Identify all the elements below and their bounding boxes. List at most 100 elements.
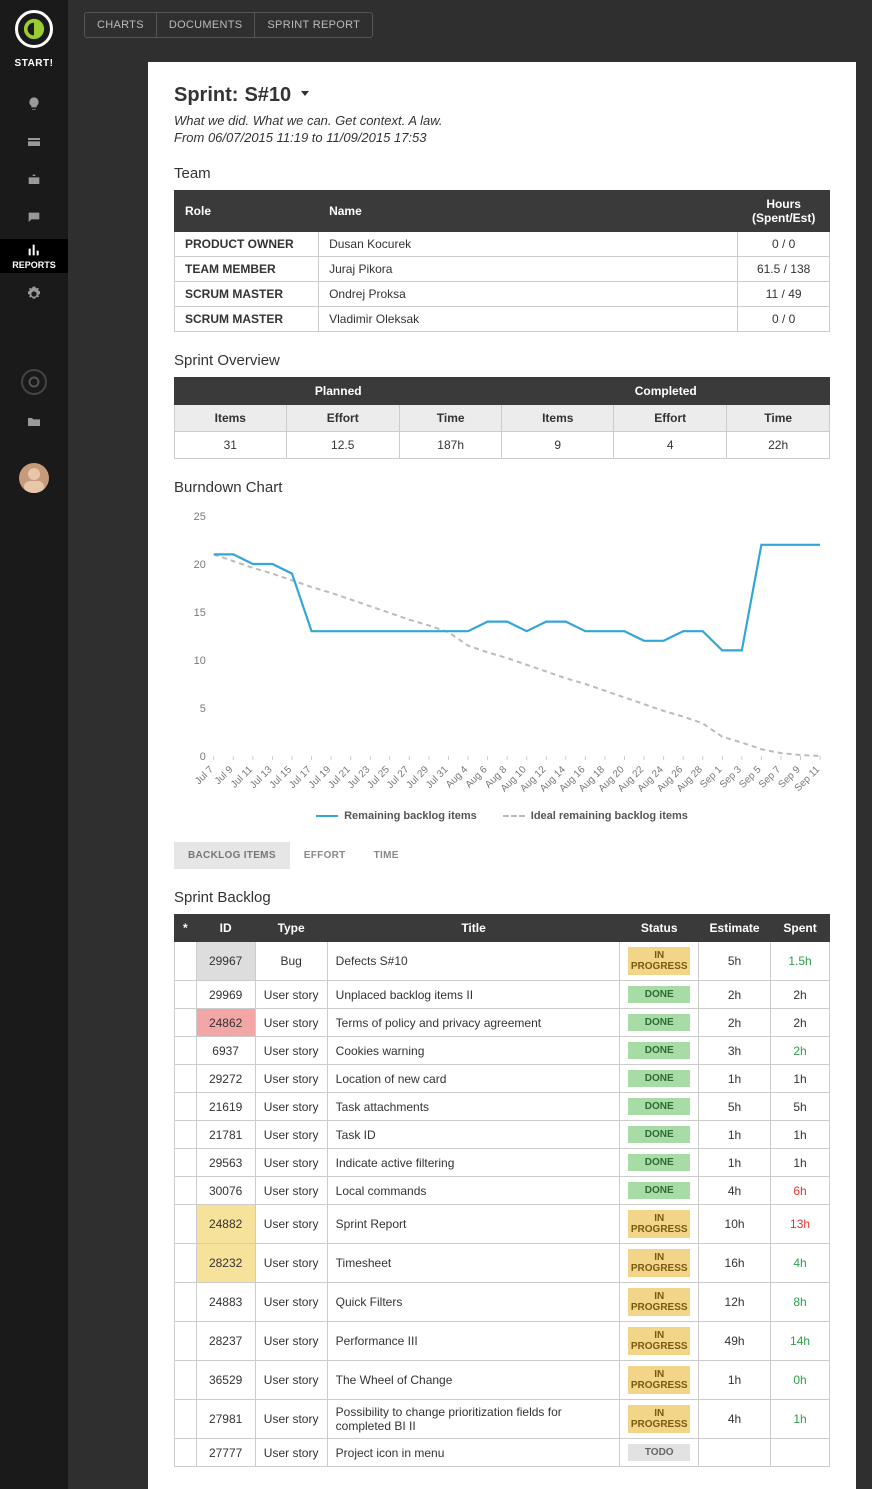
table-row[interactable]: 27981User storyPossibility to change pri… [175, 1400, 830, 1439]
cell-spent: 1h [771, 1121, 830, 1149]
cell-id[interactable]: 29272 [196, 1065, 255, 1093]
cell-name: Vladimir Oleksak [319, 307, 738, 332]
cell-title[interactable]: Cookies warning [327, 1037, 620, 1065]
sidebar-item-settings[interactable] [0, 277, 68, 311]
cell-title[interactable]: Timesheet [327, 1244, 620, 1283]
cell-title[interactable]: Terms of policy and privacy agreement [327, 1009, 620, 1037]
sidebar-item-chat[interactable] [0, 201, 68, 235]
report-dates: From 06/07/2015 11:19 to 11/09/2015 17:5… [174, 130, 830, 145]
team-heading: Team [174, 165, 830, 182]
cell-title[interactable]: Quick Filters [327, 1283, 620, 1322]
cell-id[interactable]: 24883 [196, 1283, 255, 1322]
table-row[interactable]: 21619User storyTask attachmentsDONE5h5h [175, 1093, 830, 1121]
cell-id[interactable]: 28237 [196, 1322, 255, 1361]
table-row[interactable]: 24883User storyQuick FiltersIN PROGRESS1… [175, 1283, 830, 1322]
table-row[interactable]: 29563User storyIndicate active filtering… [175, 1149, 830, 1177]
legend-ideal: Ideal remaining backlog items [503, 810, 688, 822]
cell-title[interactable]: Local commands [327, 1177, 620, 1205]
cell-id[interactable]: 29563 [196, 1149, 255, 1177]
cell-id[interactable]: 21781 [196, 1121, 255, 1149]
cell-star [175, 1283, 197, 1322]
start-label[interactable]: START! [15, 58, 54, 69]
tab-sprint-report[interactable]: SPRINT REPORT [254, 12, 373, 38]
cell-star [175, 1439, 197, 1467]
cell-status: DONE [620, 1065, 699, 1093]
cell-id[interactable]: 29967 [196, 942, 255, 981]
cell-id[interactable]: 6937 [196, 1037, 255, 1065]
cell-spent: 1.5h [771, 942, 830, 981]
user-avatar[interactable] [19, 463, 49, 493]
cell-status: IN PROGRESS [620, 1244, 699, 1283]
svg-text:0: 0 [200, 751, 206, 763]
sidebar-item-cards[interactable] [0, 125, 68, 159]
cell-title[interactable]: Unplaced backlog items II [327, 981, 620, 1009]
burndown-heading: Burndown Chart [174, 479, 830, 496]
brand-mini-icon[interactable] [21, 369, 47, 395]
page-title[interactable]: Sprint: S#10 [174, 84, 830, 107]
sidebar-item-folder[interactable] [0, 405, 68, 439]
cell-star [175, 1177, 197, 1205]
cell-title[interactable]: Performance III [327, 1322, 620, 1361]
cell-title[interactable]: Task attachments [327, 1093, 620, 1121]
cell-id[interactable]: 28232 [196, 1244, 255, 1283]
table-row[interactable]: 29967BugDefects S#10IN PROGRESS5h1.5h [175, 942, 830, 981]
table-row[interactable]: 24882User storySprint ReportIN PROGRESS1… [175, 1205, 830, 1244]
table-row[interactable]: 21781User storyTask IDDONE1h1h [175, 1121, 830, 1149]
cell-title[interactable]: Project icon in menu [327, 1439, 620, 1467]
cell-hours: 0 / 0 [738, 307, 830, 332]
cell-title[interactable]: Location of new card [327, 1065, 620, 1093]
cell-id[interactable]: 24862 [196, 1009, 255, 1037]
table-row[interactable]: 29969User storyUnplaced backlog items II… [175, 981, 830, 1009]
table-row: TEAM MEMBERJuraj Pikora61.5 / 138 [175, 257, 830, 282]
cell-title[interactable]: Task ID [327, 1121, 620, 1149]
briefcase-icon [26, 172, 42, 188]
cell-id[interactable]: 30076 [196, 1177, 255, 1205]
col-planned: Planned [175, 378, 502, 405]
cell-spent: 1h [771, 1400, 830, 1439]
cell-status: IN PROGRESS [620, 1283, 699, 1322]
cell-id[interactable]: 21619 [196, 1093, 255, 1121]
sidebar-item-ideas[interactable] [0, 87, 68, 121]
cell-estimate: 12h [699, 1283, 771, 1322]
cell-id[interactable]: 27981 [196, 1400, 255, 1439]
table-row[interactable]: 24862User storyTerms of policy and priva… [175, 1009, 830, 1037]
tab-charts[interactable]: CHARTS [84, 12, 157, 38]
cell-id[interactable]: 36529 [196, 1361, 255, 1400]
table-row[interactable]: 28237User storyPerformance IIIIN PROGRES… [175, 1322, 830, 1361]
brand-logo[interactable] [15, 10, 53, 48]
tab-documents[interactable]: DOCUMENTS [156, 12, 256, 38]
svg-text:20: 20 [194, 559, 206, 571]
table-row[interactable]: 30076User storyLocal commandsDONE4h6h [175, 1177, 830, 1205]
table-row[interactable]: 36529User storyThe Wheel of ChangeIN PRO… [175, 1361, 830, 1400]
cell-type: User story [255, 1400, 327, 1439]
subtab-effort[interactable]: EFFORT [290, 842, 360, 869]
cell-estimate [699, 1439, 771, 1467]
cell-id[interactable]: 24882 [196, 1205, 255, 1244]
main-area: CHARTS DOCUMENTS SPRINT REPORT Sprint: S… [68, 0, 872, 1489]
subtab-backlog-items[interactable]: BACKLOG ITEMS [174, 842, 290, 869]
cell-role: SCRUM MASTER [175, 282, 319, 307]
cell-title[interactable]: The Wheel of Change [327, 1361, 620, 1400]
table-row[interactable]: 27777User storyProject icon in menuTODO [175, 1439, 830, 1467]
col-completed: Completed [502, 378, 830, 405]
cell-title[interactable]: Defects S#10 [327, 942, 620, 981]
cell-star [175, 1205, 197, 1244]
table-row[interactable]: 29272User storyLocation of new cardDONE1… [175, 1065, 830, 1093]
cell-status: DONE [620, 1121, 699, 1149]
cell-star [175, 1009, 197, 1037]
svg-text:Jul 7: Jul 7 [193, 764, 216, 787]
cell-type: User story [255, 1439, 327, 1467]
sidebar-item-reports[interactable]: REPORTS [0, 239, 68, 273]
cell-title[interactable]: Indicate active filtering [327, 1149, 620, 1177]
cell-estimate: 4h [699, 1400, 771, 1439]
table-row[interactable]: 28232User storyTimesheetIN PROGRESS16h4h [175, 1244, 830, 1283]
cell-id[interactable]: 27777 [196, 1439, 255, 1467]
cell-id[interactable]: 29969 [196, 981, 255, 1009]
team-table: Role Name Hours (Spent/Est) PRODUCT OWNE… [174, 190, 830, 332]
cell-title[interactable]: Sprint Report [327, 1205, 620, 1244]
sidebar-item-projects[interactable] [0, 163, 68, 197]
subtab-time[interactable]: TIME [360, 842, 413, 869]
cell-title[interactable]: Possibility to change prioritization fie… [327, 1400, 620, 1439]
table-row[interactable]: 6937User storyCookies warningDONE3h2h [175, 1037, 830, 1065]
cell-star [175, 1361, 197, 1400]
